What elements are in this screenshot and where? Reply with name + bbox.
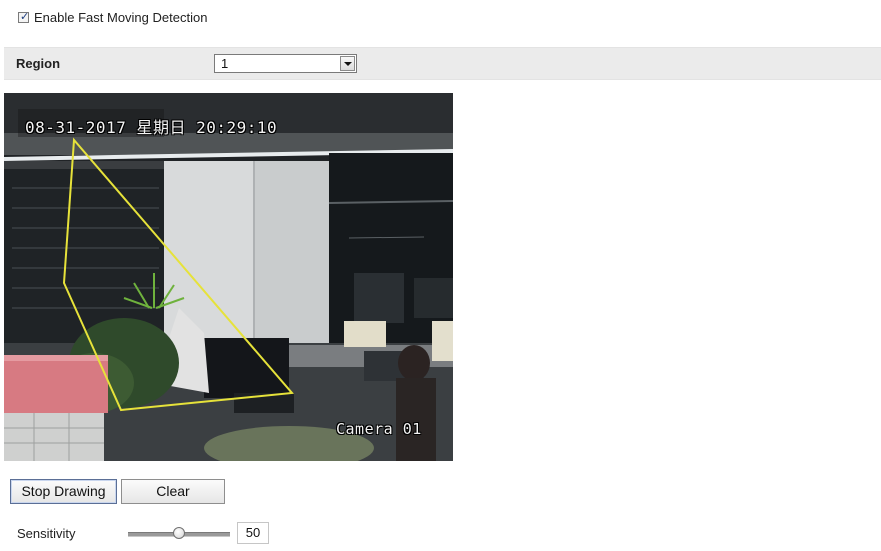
camera-preview[interactable]: 08-31-2017 星期日 20:29:10 Camera 01 <box>4 93 453 461</box>
region-dropdown-button[interactable] <box>340 56 355 71</box>
region-row: Region 1 <box>4 47 881 80</box>
enable-fast-moving-detection-checkbox[interactable]: ✓ <box>18 10 30 23</box>
sensitivity-slider[interactable] <box>128 526 230 542</box>
checkmark-icon: ✓ <box>20 10 30 23</box>
sensitivity-label: Sensitivity <box>17 526 76 541</box>
region-label: Region <box>16 56 61 71</box>
enable-fast-moving-detection-label: Enable Fast Moving Detection <box>34 10 208 25</box>
sensitivity-value-input[interactable]: 50 <box>237 522 269 544</box>
region-selected-value: 1 <box>221 56 229 71</box>
chevron-down-icon <box>344 62 352 66</box>
enable-fast-moving-detection-row[interactable]: ✓ Enable Fast Moving Detection <box>18 10 207 25</box>
region-select[interactable]: 1 <box>214 54 357 73</box>
camera-scene <box>4 93 453 461</box>
osd-camera-name: Camera 01 <box>336 420 422 438</box>
stop-drawing-button[interactable]: Stop Drawing <box>10 479 117 504</box>
clear-button[interactable]: Clear <box>121 479 225 504</box>
sensitivity-slider-thumb[interactable] <box>173 527 185 539</box>
osd-timestamp: 08-31-2017 星期日 20:29:10 <box>25 118 278 137</box>
